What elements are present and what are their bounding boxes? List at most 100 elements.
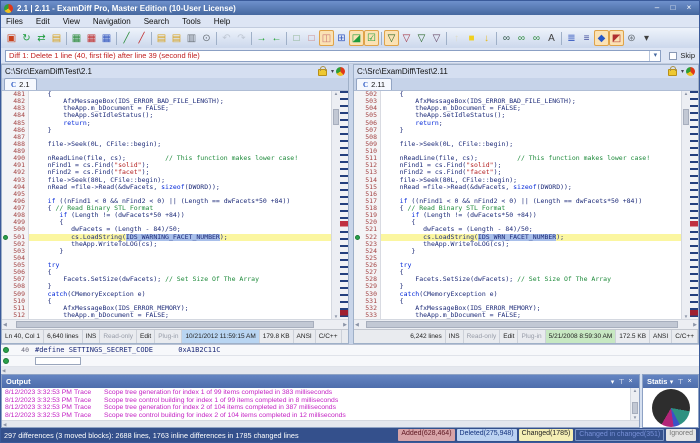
code-line: 483 theApp.m_bDocument = FALSE;: [2, 105, 331, 112]
filter-all-icon[interactable]: ▽: [384, 30, 399, 46]
save-both-icon[interactable]: ▦: [99, 30, 114, 46]
code-line: 481 {: [2, 91, 331, 98]
right-editor[interactable]: 502 {503 AfxMessageBox(IDS_ERROR_BAD_FIL…: [354, 91, 698, 319]
output-horizontal-scrollbar[interactable]: [2, 420, 639, 427]
code-text: AfxMessageBox(IDS_ERROR_MEMORY);: [29, 305, 331, 312]
menu-item-help[interactable]: Help: [214, 17, 230, 26]
right-horizontal-scrollbar[interactable]: [354, 319, 698, 329]
right-diff-map[interactable]: [690, 91, 698, 319]
changed-line-marker-icon[interactable]: [3, 358, 9, 364]
options-gear-icon[interactable]: ⊛: [624, 30, 639, 46]
chevron-down-icon[interactable]: ▾: [667, 378, 676, 386]
detail-scrollbar[interactable]: [1, 367, 699, 374]
compare-files-icon[interactable]: ▣: [4, 30, 19, 46]
code-line: 518 { // Read Binary STL Format: [354, 205, 681, 212]
plugins-icon[interactable]: ◆: [594, 30, 609, 46]
chevron-down-icon[interactable]: ▾: [608, 378, 617, 386]
filter-moved-icon[interactable]: ▽: [429, 30, 444, 46]
swap-panes-icon[interactable]: ⇄: [34, 30, 49, 46]
view-second-only-icon[interactable]: □: [304, 30, 319, 46]
view-grid-icon[interactable]: ⊞: [334, 30, 349, 46]
code-line: 496 if ((nFind1 < 0 && nFind2 < 0) || (L…: [2, 198, 331, 205]
pin-icon[interactable]: ⊤: [617, 378, 626, 386]
changed-line-marker-icon[interactable]: [3, 235, 8, 240]
word-wrap-icon[interactable]: ≡: [579, 30, 594, 46]
left-tab-bar: C 2.1: [2, 78, 348, 91]
code-text: theApp.SetIdleStatus();: [381, 112, 681, 119]
next-diff-icon[interactable]: ↓: [479, 30, 494, 46]
output-vertical-scrollbar[interactable]: [630, 388, 639, 420]
lock-icon[interactable]: [318, 69, 327, 76]
search-icon[interactable]: ⊙: [199, 30, 214, 46]
find-next-icon[interactable]: ∞: [514, 30, 529, 46]
find-icon[interactable]: ∞: [499, 30, 514, 46]
show-checkboxes-icon[interactable]: ☑: [364, 30, 379, 46]
current-diff-combobox[interactable]: Diff 1: Delete 1 line (40, first file) a…: [5, 50, 661, 62]
code-text: nFind2 = cs.Find("facet");: [381, 169, 681, 176]
scrollbar-thumb[interactable]: [632, 402, 638, 414]
filter-deleted-icon[interactable]: ▽: [399, 30, 414, 46]
menu-item-files[interactable]: Files: [6, 17, 23, 26]
status-badge: Deleted(275,948): [457, 429, 517, 441]
tree-view-icon[interactable]: ≣: [564, 30, 579, 46]
pin-icon[interactable]: ⊤: [676, 378, 685, 386]
scrollbar-thumb[interactable]: [683, 109, 689, 125]
edit-first-icon[interactable]: ╱: [119, 30, 134, 46]
view-split-icon[interactable]: ◫: [319, 30, 334, 46]
code-text: }: [381, 248, 681, 255]
minimize-button[interactable]: –: [650, 3, 664, 14]
code-text: theApp.WriteToLOG(cs);: [381, 241, 681, 248]
overflow-chevron-icon[interactable]: ▾: [639, 30, 654, 46]
tab-right-file[interactable]: C 2.11: [356, 78, 392, 90]
edit-second-icon[interactable]: ╱: [134, 30, 149, 46]
file-compare-icon: [336, 67, 345, 76]
left-editor[interactable]: 481 {482 AfxMessageBox(IDS_ERROR_BAD_FIL…: [2, 91, 348, 319]
menu-item-navigation[interactable]: Navigation: [93, 17, 131, 26]
print-icon[interactable]: ▥: [184, 30, 199, 46]
right-vertical-scrollbar[interactable]: [681, 91, 690, 319]
menu-item-edit[interactable]: Edit: [36, 17, 50, 26]
menu-item-search[interactable]: Search: [144, 17, 169, 26]
code-line: 491 nFind1 = cs.Find("solid");: [2, 162, 331, 169]
match-case-icon[interactable]: A: [544, 30, 559, 46]
status-segment: Edit: [500, 330, 518, 343]
current-diff-icon[interactable]: ■: [464, 30, 479, 46]
left-horizontal-scrollbar[interactable]: [2, 319, 348, 329]
sessions-icon[interactable]: ◩: [609, 30, 624, 46]
save-second-icon[interactable]: ▦: [84, 30, 99, 46]
scrollbar-thumb[interactable]: [16, 321, 314, 328]
menu-item-tools[interactable]: Tools: [182, 17, 201, 26]
code-text: {: [381, 219, 681, 226]
code-text: Facets.SetSize(dwFacets); // Set Size Of…: [381, 276, 681, 283]
chevron-down-icon[interactable]: ▾: [649, 51, 660, 61]
chevron-down-icon[interactable]: ▾: [331, 68, 334, 75]
view-first-only-icon[interactable]: □: [289, 30, 304, 46]
scrollbar-thumb[interactable]: [333, 109, 339, 125]
maximize-button[interactable]: □: [666, 3, 680, 14]
skip-checkbox[interactable]: [669, 52, 677, 60]
copy-to-second-icon[interactable]: ▤: [169, 30, 184, 46]
next-change-icon[interactable]: →: [254, 30, 269, 46]
copy-to-first-icon[interactable]: ▤: [154, 30, 169, 46]
chevron-down-icon[interactable]: ▾: [681, 68, 684, 75]
changed-line-marker-icon[interactable]: [355, 235, 360, 240]
scrollbar-thumb[interactable]: [366, 321, 678, 328]
lock-icon[interactable]: [668, 69, 677, 76]
close-icon[interactable]: ×: [626, 378, 635, 385]
code-line: 529 }: [354, 283, 681, 290]
find-prev-icon[interactable]: ∞: [529, 30, 544, 46]
left-vertical-scrollbar[interactable]: [331, 91, 340, 319]
show-differences-icon[interactable]: ◪: [349, 30, 364, 46]
filter-changed-icon[interactable]: ▽: [414, 30, 429, 46]
close-button[interactable]: ×: [682, 3, 696, 14]
left-diff-map[interactable]: [340, 91, 348, 319]
menu-item-view[interactable]: View: [63, 17, 80, 26]
changed-line-marker-icon[interactable]: [3, 347, 9, 353]
tab-left-file[interactable]: C 2.1: [4, 78, 37, 90]
save-first-icon[interactable]: ▦: [69, 30, 84, 46]
close-icon[interactable]: ×: [685, 378, 694, 385]
open-folder-icon[interactable]: ▤: [49, 30, 64, 46]
status-segment: 6,640 lines: [44, 330, 82, 343]
prev-change-icon[interactable]: ←: [269, 30, 284, 46]
recompare-icon[interactable]: ↻: [19, 30, 34, 46]
